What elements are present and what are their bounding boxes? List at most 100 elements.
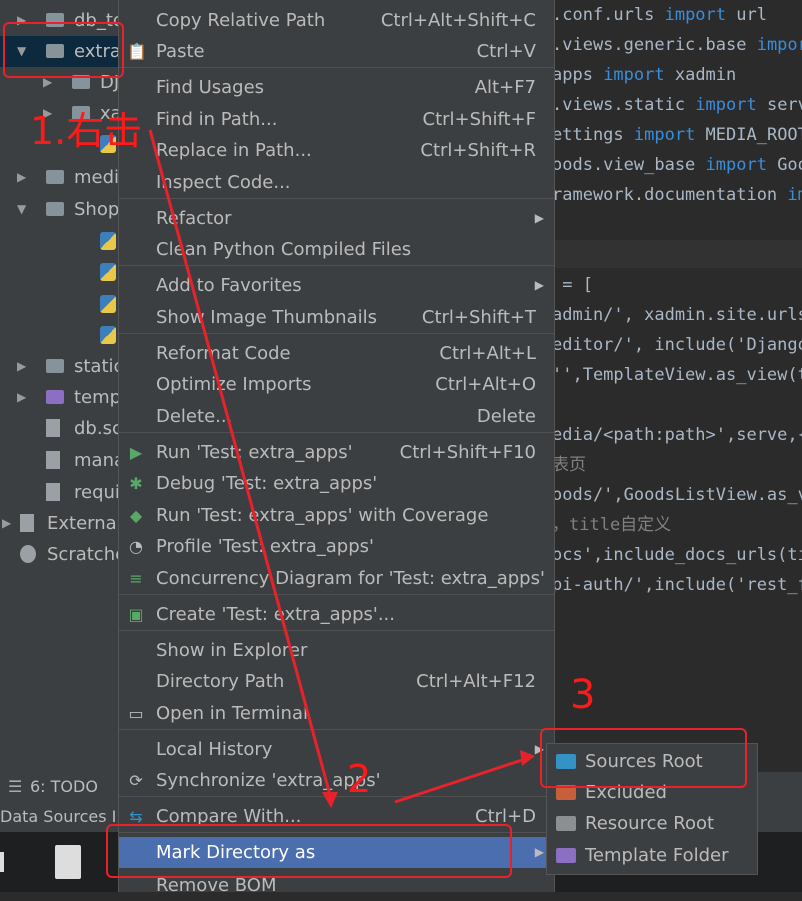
tree-item[interactable]: ▶ External	[0, 508, 120, 539]
submenu-item[interactable]: Template Folder	[547, 840, 757, 871]
menu-separator	[119, 729, 554, 730]
coverage-icon: ◆	[129, 506, 143, 525]
code-line: 表页	[552, 455, 586, 475]
menu-item-label: Debug 'Test: extra_apps'	[156, 473, 378, 494]
taskbar-divider	[0, 852, 4, 872]
tree-item-label: temp	[74, 387, 120, 408]
menu-item-label: Open in Terminal	[156, 703, 308, 724]
terminal-icon: ▭	[128, 704, 144, 723]
menu-item-label: Replace in Path...	[156, 140, 312, 161]
menu-item[interactable]: Show Image Thumbnails Ctrl+Shift+T	[119, 302, 554, 333]
menu-item-label: Inspect Code...	[156, 172, 291, 193]
python-file-icon	[46, 451, 60, 469]
menu-item-label: Run 'Test: extra_apps' with Coverage	[156, 505, 489, 526]
annotation-box-sources-root	[540, 728, 747, 788]
menu-item-label: Delete...	[156, 406, 233, 427]
database-file-icon	[46, 419, 60, 437]
expand-right-icon[interactable]: ▶	[17, 162, 26, 193]
menu-item-label: Find in Path...	[156, 109, 278, 130]
menu-separator	[119, 265, 554, 266]
menu-item[interactable]: ⟳ Synchronize 'extra_apps'	[119, 765, 554, 796]
code-line: ettings import MEDIA_ROOT	[552, 125, 802, 145]
profile-icon: ◔	[129, 537, 143, 556]
tree-item-label: medi	[74, 167, 120, 188]
expand-right-icon[interactable]: ▶	[2, 508, 11, 539]
menu-item[interactable]: ▶ Run 'Test: extra_apps' Ctrl+Shift+F10	[119, 437, 554, 468]
calculator-icon[interactable]	[55, 845, 81, 879]
menu-item-label: Reformat Code	[156, 343, 291, 364]
python-file-icon	[46, 483, 60, 501]
tree-item-label: Scratche	[47, 544, 120, 565]
menu-item[interactable]: ◔ Profile 'Test: extra_apps'	[119, 531, 554, 562]
scratches-icon	[20, 545, 36, 563]
menu-item-shortcut: Ctrl+Shift+R	[420, 140, 536, 161]
menu-item[interactable]: Add to Favorites ▶	[119, 270, 554, 301]
tree-item[interactable]: ▶ static	[0, 351, 120, 382]
menu-item-label: Local History	[156, 739, 273, 760]
tree-item[interactable]: ▶ medi	[0, 162, 120, 193]
code-line: apps import xadmin	[552, 65, 737, 85]
menu-item[interactable]: ▭ Open in Terminal	[119, 698, 554, 729]
menu-item[interactable]: Reformat Code Ctrl+Alt+L	[119, 338, 554, 369]
submenu-arrow-icon: ▶	[534, 278, 544, 292]
tree-item[interactable]: se	[0, 257, 120, 288]
folder-icon	[556, 848, 576, 863]
tree-item[interactable]: ▼ Shop	[0, 194, 120, 225]
paste-icon: 📋	[127, 42, 147, 61]
annotation-step1: 1.右击	[30, 109, 143, 153]
menu-item-label: Profile 'Test: extra_apps'	[156, 536, 374, 557]
expand-down-icon[interactable]: ▼	[17, 194, 26, 225]
debug-icon: ✱	[129, 474, 143, 493]
menu-item[interactable]: Optimize Imports Ctrl+Alt+O	[119, 369, 554, 400]
menu-item-shortcut: Ctrl+Alt+O	[435, 374, 536, 395]
code-editor[interactable]: .conf.urls import url .views.generic.base…	[552, 0, 802, 780]
sync-icon: ⟳	[129, 771, 143, 790]
menu-item-shortcut: Ctrl+Shift+T	[421, 307, 536, 328]
menu-item[interactable]: 📋 Paste Ctrl+V	[119, 36, 554, 67]
menu-item-shortcut: Ctrl+Alt+F12	[416, 671, 536, 692]
code-line: ramework.documentation imp	[552, 185, 802, 205]
menu-item[interactable]: Refactor ▶	[119, 203, 554, 234]
tree-item[interactable]: mana	[0, 445, 120, 476]
tree-item[interactable]: __	[0, 226, 120, 257]
annotation-step2: 2	[347, 757, 372, 801]
tree-item[interactable]: Scratche	[0, 539, 120, 570]
annotation-box-extra	[3, 22, 124, 78]
menu-item-shortcut: Ctrl+Shift+F	[422, 109, 536, 130]
menu-item[interactable]: Find in Path... Ctrl+Shift+F	[119, 104, 554, 135]
tree-item[interactable]: ▶ temp	[0, 382, 120, 413]
menu-item-label: Optimize Imports	[156, 374, 312, 395]
menu-item[interactable]: Clean Python Compiled Files	[119, 234, 554, 265]
menu-item[interactable]: ◆ Run 'Test: extra_apps' with Coverage	[119, 500, 554, 531]
tree-item[interactable]: ws	[0, 320, 120, 351]
menu-item-label: Find Usages	[156, 77, 265, 98]
menu-item[interactable]: Copy Relative Path Ctrl+Alt+Shift+C	[119, 5, 554, 36]
menu-item-label: Create 'Test: extra_apps'...	[156, 604, 395, 625]
tree-item-label: External	[47, 513, 120, 534]
run-icon: ▶	[129, 443, 143, 462]
menu-separator	[119, 333, 554, 334]
expand-right-icon[interactable]: ▶	[17, 382, 26, 413]
submenu-item[interactable]: Resource Root	[547, 808, 757, 839]
menu-item[interactable]: ▣ Create 'Test: extra_apps'...	[119, 599, 554, 630]
tree-item[interactable]: ur	[0, 289, 120, 320]
todo-tab[interactable]: 6: TODO	[30, 772, 98, 802]
tree-item[interactable]: requi	[0, 477, 120, 508]
menu-item[interactable]: Find Usages Alt+F7	[119, 72, 554, 103]
data-sources-tab[interactable]: Data Sources I	[0, 802, 116, 832]
menu-item[interactable]: Delete... Delete	[119, 401, 554, 432]
menu-item[interactable]: ✱ Debug 'Test: extra_apps'	[119, 468, 554, 499]
menu-item-shortcut: Ctrl+Shift+F10	[399, 442, 536, 463]
expand-right-icon[interactable]: ▶	[17, 351, 26, 382]
folder-icon	[556, 816, 576, 831]
menu-item[interactable]: Directory Path Ctrl+Alt+F12	[119, 666, 554, 697]
menu-item[interactable]: Show in Explorer	[119, 635, 554, 666]
tree-item-label: static	[74, 356, 120, 377]
menu-item[interactable]: Replace in Path... Ctrl+Shift+R	[119, 135, 554, 166]
menu-item[interactable]: Local History ▶	[119, 734, 554, 765]
code-line: .views.generic.base import	[552, 35, 802, 55]
menu-item[interactable]: Inspect Code...	[119, 167, 554, 198]
python-file-icon	[100, 295, 116, 313]
tree-item[interactable]: db.sc	[0, 413, 120, 444]
menu-item[interactable]: ≡ Concurrency Diagram for 'Test: extra_ap…	[119, 563, 554, 594]
